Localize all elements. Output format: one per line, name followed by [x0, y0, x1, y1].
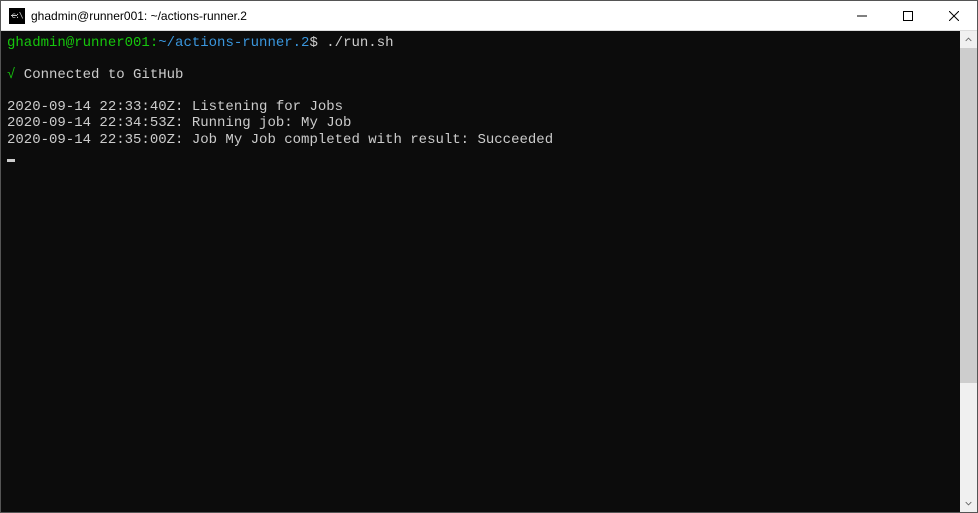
minimize-icon — [857, 11, 867, 21]
terminal-window: c:\ ghadmin@runner001: ~/actions-runner.… — [0, 0, 978, 513]
scroll-thumb[interactable] — [960, 48, 977, 383]
connected-text: Connected to GitHub — [15, 67, 183, 83]
log-line: 2020-09-14 22:35:00Z: Job My Job complet… — [7, 132, 553, 148]
log-line: 2020-09-14 22:34:53Z: Running job: My Jo… — [7, 115, 351, 131]
terminal-output[interactable]: ghadmin@runner001:~/actions-runner.2$ ./… — [1, 31, 960, 512]
scroll-down-button[interactable] — [960, 495, 977, 512]
titlebar[interactable]: c:\ ghadmin@runner001: ~/actions-runner.… — [1, 1, 977, 31]
chevron-up-icon — [965, 36, 972, 43]
blank-line — [7, 83, 954, 99]
minimize-button[interactable] — [839, 1, 885, 30]
scroll-up-button[interactable] — [960, 31, 977, 48]
prompt-symbol: $ — [309, 35, 317, 51]
prompt-colon: : — [150, 35, 158, 51]
chevron-down-icon — [965, 500, 972, 507]
maximize-icon — [903, 11, 913, 21]
log-line: 2020-09-14 22:33:40Z: Listening for Jobs — [7, 99, 343, 115]
maximize-button[interactable] — [885, 1, 931, 30]
blank-line — [7, 51, 954, 67]
prompt-path: ~/actions-runner.2 — [158, 35, 309, 51]
terminal-cursor — [7, 159, 15, 162]
terminal-app-icon: c:\ — [9, 8, 25, 24]
window-title: ghadmin@runner001: ~/actions-runner.2 — [31, 9, 839, 23]
window-controls — [839, 1, 977, 30]
prompt-user-host: ghadmin@runner001 — [7, 35, 150, 51]
vertical-scrollbar[interactable] — [960, 31, 977, 512]
scroll-track[interactable] — [960, 48, 977, 495]
close-button[interactable] — [931, 1, 977, 30]
command-text: ./run.sh — [326, 35, 393, 51]
close-icon — [949, 11, 959, 21]
terminal-container: ghadmin@runner001:~/actions-runner.2$ ./… — [1, 31, 977, 512]
